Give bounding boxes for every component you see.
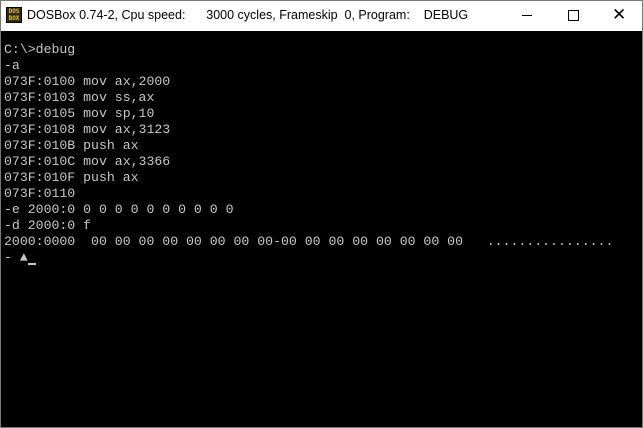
window-title: DOSBox 0.74-2, Cpu speed: 3000 cycles, F… <box>27 8 469 22</box>
dosbox-icon-text: DOS BOX <box>8 8 20 22</box>
terminal-line: 073F:0110 <box>4 186 76 201</box>
text-cursor <box>28 263 36 265</box>
dosbox-icon[interactable]: DOS BOX <box>6 7 22 23</box>
terminal-line: -e 2000:0 0 0 0 0 0 0 0 0 0 0 <box>4 202 234 217</box>
terminal-line: 073F:0103 mov ss,ax <box>4 90 155 105</box>
terminal-line: C:\>debug <box>4 42 76 57</box>
terminal-line: 073F:010C mov ax,3366 <box>4 154 171 169</box>
terminal-line: 073F:0108 mov ax,3123 <box>4 122 171 137</box>
dosbox-window: DOS BOX DOSBox 0.74-2, Cpu speed: 3000 c… <box>0 0 643 428</box>
terminal-line: 073F:010F push ax <box>4 170 139 185</box>
terminal-line: 2000:0000 00 00 00 00 00 00 00 00-00 00 … <box>4 234 614 249</box>
close-icon: ✕ <box>612 5 627 25</box>
terminal-output: C:\>debug -a 073F:0100 mov ax,2000 073F:010… <box>4 42 613 266</box>
close-button[interactable]: ✕ <box>596 1 642 30</box>
terminal-line: 073F:0105 mov sp,10 <box>4 106 155 121</box>
terminal-line: 073F:0100 mov ax,2000 <box>4 74 171 89</box>
minimize-button[interactable] <box>504 1 550 30</box>
terminal-line: -d 2000:0 f <box>4 218 92 233</box>
maximize-button[interactable] <box>550 1 596 30</box>
terminal-line: -a <box>4 58 20 73</box>
title-bar[interactable]: DOS BOX DOSBox 0.74-2, Cpu speed: 3000 c… <box>1 1 642 31</box>
terminal-line: 073F:010B push ax <box>4 138 139 153</box>
terminal-line: - ▲ <box>4 250 28 265</box>
minimize-icon <box>522 15 532 16</box>
maximize-icon <box>568 10 579 21</box>
dos-screen[interactable]: C:\>debug -a 073F:0100 mov ax,2000 073F:010… <box>2 31 641 427</box>
